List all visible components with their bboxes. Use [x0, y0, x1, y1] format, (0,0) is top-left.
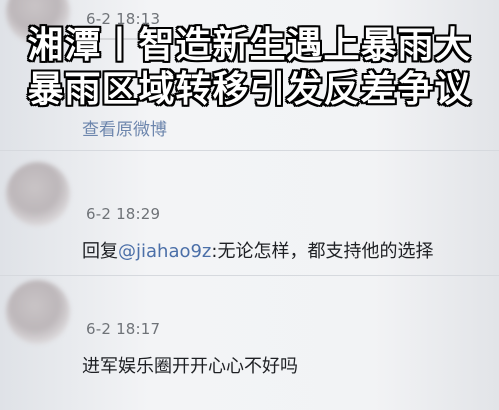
- reply-prefix: 回复: [82, 241, 118, 262]
- user-mention-link[interactable]: @jiahao9z: [118, 241, 211, 262]
- comment-time: 6-2 18:17: [86, 320, 161, 338]
- comment-time: 6-2 18:29: [86, 205, 161, 223]
- avatar[interactable]: [6, 162, 70, 226]
- view-original-link[interactable]: 查看原微博: [82, 115, 167, 140]
- headline-overlay: 湘潭丨智造新生遇上暴雨大 暴雨区域转移引发反差争议: [0, 24, 499, 112]
- comment-item: 6-2 18:17 进军娱乐圈开开心心不好吗: [0, 275, 499, 410]
- comment-text: 回复@jiahao9z:无论怎样，都支持他的选择: [82, 237, 433, 263]
- headline-line-1: 湘潭丨智造新生遇上暴雨大: [27, 25, 472, 66]
- comment-body: :无论怎样，都支持他的选择: [211, 241, 434, 262]
- comment-item: 6-2 18:29 回复@jiahao9z:无论怎样，都支持他的选择: [0, 150, 499, 275]
- comment-text: 进军娱乐圈开开心心不好吗: [82, 356, 298, 377]
- headline-line-2: 暴雨区域转移引发反差争议: [27, 69, 472, 110]
- avatar[interactable]: [6, 280, 70, 344]
